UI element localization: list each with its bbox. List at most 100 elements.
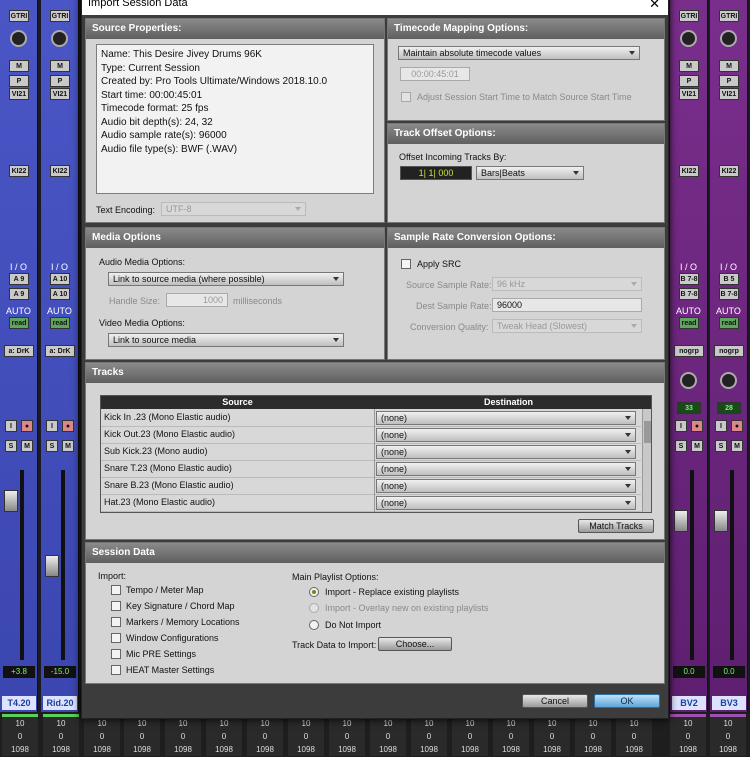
- solo-button[interactable]: S: [675, 440, 687, 452]
- scrollbar-thumb[interactable]: [644, 421, 651, 443]
- timecode-mapping-dropdown[interactable]: Maintain absolute timecode values: [398, 46, 640, 60]
- destination-dropdown[interactable]: (none): [376, 496, 636, 510]
- group-selector[interactable]: nogrp: [674, 345, 704, 357]
- mute-button[interactable]: M: [50, 60, 70, 72]
- text-encoding-dropdown[interactable]: UTF-8: [161, 202, 306, 216]
- offset-units-dropdown[interactable]: Bars|Beats: [476, 166, 584, 180]
- source-sample-rate-dropdown[interactable]: 96 kHz: [492, 277, 642, 291]
- destination-dropdown[interactable]: (none): [376, 411, 636, 425]
- close-icon[interactable]: ✕: [649, 0, 660, 12]
- destination-dropdown[interactable]: (none): [376, 445, 636, 459]
- insert-slot[interactable]: KI22: [50, 165, 70, 177]
- insert-slot[interactable]: VI21: [679, 88, 699, 100]
- conversion-quality-dropdown[interactable]: Tweak Head (Slowest): [492, 319, 642, 333]
- automation-mode[interactable]: read: [679, 317, 699, 329]
- tempo-meter-map-checkbox[interactable]: [111, 585, 121, 595]
- mute-button[interactable]: M: [62, 440, 74, 452]
- mute-button[interactable]: M: [9, 60, 29, 72]
- pan-knob[interactable]: [720, 30, 737, 47]
- record-button[interactable]: ●: [21, 420, 33, 432]
- choose-button[interactable]: Choose...: [378, 637, 452, 651]
- input-monitor-button[interactable]: I: [46, 420, 58, 432]
- pan-knob[interactable]: [680, 30, 697, 47]
- track-name[interactable]: BV2: [672, 696, 706, 710]
- apply-src-checkbox[interactable]: [401, 259, 411, 269]
- table-row[interactable]: Snare T.23 (Mono Elastic audio) (none): [101, 461, 641, 478]
- input-monitor-button[interactable]: I: [675, 420, 687, 432]
- cancel-button[interactable]: Cancel: [522, 694, 588, 708]
- import-overlay-radio[interactable]: [309, 603, 319, 613]
- record-button[interactable]: ●: [62, 420, 74, 432]
- mute-button[interactable]: M: [731, 440, 743, 452]
- volume-fader[interactable]: [674, 510, 688, 532]
- output-selector[interactable]: B 7-8: [719, 288, 739, 300]
- track-name[interactable]: BV3: [712, 696, 746, 710]
- markers-checkbox[interactable]: [111, 617, 121, 627]
- volume-fader[interactable]: [4, 490, 18, 512]
- automation-mode[interactable]: read: [50, 317, 70, 329]
- handle-size-field[interactable]: 1000: [166, 293, 228, 307]
- heat-master-settings-checkbox[interactable]: [111, 665, 121, 675]
- playlist-button[interactable]: P: [9, 75, 29, 87]
- pan-knob[interactable]: [10, 30, 27, 47]
- output-selector[interactable]: A 9: [9, 288, 29, 300]
- destination-dropdown[interactable]: (none): [376, 428, 636, 442]
- output-selector[interactable]: B 7-8: [679, 288, 699, 300]
- input-selector[interactable]: A 10: [50, 273, 70, 285]
- offset-value-field[interactable]: 1| 1| 000: [400, 166, 472, 180]
- dest-sample-rate-field[interactable]: 96000: [492, 298, 642, 312]
- send-knob[interactable]: [720, 372, 737, 389]
- automation-mode[interactable]: read: [719, 317, 739, 329]
- input-selector[interactable]: B 5: [719, 273, 739, 285]
- insert-slot[interactable]: GTRI: [9, 10, 29, 22]
- destination-dropdown[interactable]: (none): [376, 462, 636, 476]
- pan-knob[interactable]: [51, 30, 68, 47]
- insert-slot[interactable]: KI22: [9, 165, 29, 177]
- input-monitor-button[interactable]: I: [715, 420, 727, 432]
- output-selector[interactable]: A 10: [50, 288, 70, 300]
- solo-button[interactable]: S: [5, 440, 17, 452]
- playlist-button[interactable]: P: [679, 75, 699, 87]
- playlist-button[interactable]: P: [50, 75, 70, 87]
- insert-slot[interactable]: KI22: [719, 165, 739, 177]
- track-name[interactable]: T4.20: [2, 696, 36, 710]
- title-bar[interactable]: Import Session Data ✕: [82, 0, 668, 15]
- mute-button[interactable]: M: [21, 440, 33, 452]
- insert-slot[interactable]: GTRI: [679, 10, 699, 22]
- mute-button[interactable]: M: [679, 60, 699, 72]
- destination-dropdown[interactable]: (none): [376, 479, 636, 493]
- table-row[interactable]: Snare B.23 (Mono Elastic audio) (none): [101, 478, 641, 495]
- track-name[interactable]: Rid.20: [43, 696, 77, 710]
- send-knob[interactable]: [680, 372, 697, 389]
- import-replace-radio[interactable]: [309, 587, 319, 597]
- do-not-import-radio[interactable]: [309, 620, 319, 630]
- insert-slot[interactable]: KI22: [679, 165, 699, 177]
- audio-media-options-dropdown[interactable]: Link to source media (where possible): [108, 272, 344, 286]
- automation-mode[interactable]: read: [9, 317, 29, 329]
- input-selector[interactable]: A 9: [9, 273, 29, 285]
- ok-button[interactable]: OK: [594, 694, 660, 708]
- group-selector[interactable]: a: DrK: [4, 345, 34, 357]
- playlist-button[interactable]: P: [719, 75, 739, 87]
- tracks-scrollbar[interactable]: [642, 409, 651, 512]
- insert-slot[interactable]: VI21: [9, 88, 29, 100]
- solo-button[interactable]: S: [46, 440, 58, 452]
- mic-pre-settings-checkbox[interactable]: [111, 649, 121, 659]
- table-row[interactable]: Hat.23 (Mono Elastic audio) (none): [101, 495, 641, 512]
- record-button[interactable]: ●: [731, 420, 743, 432]
- match-tracks-button[interactable]: Match Tracks: [578, 519, 654, 533]
- table-row[interactable]: Kick In .23 (Mono Elastic audio) (none): [101, 410, 641, 427]
- volume-fader[interactable]: [45, 555, 59, 577]
- insert-slot[interactable]: GTRI: [50, 10, 70, 22]
- window-configurations-checkbox[interactable]: [111, 633, 121, 643]
- key-signature-checkbox[interactable]: [111, 601, 121, 611]
- insert-slot[interactable]: GTRI: [719, 10, 739, 22]
- mute-button[interactable]: M: [719, 60, 739, 72]
- record-button[interactable]: ●: [691, 420, 703, 432]
- input-monitor-button[interactable]: I: [5, 420, 17, 432]
- video-media-options-dropdown[interactable]: Link to source media: [108, 333, 344, 347]
- insert-slot[interactable]: VI21: [719, 88, 739, 100]
- table-row[interactable]: Sub Kick.23 (Mono audio) (none): [101, 444, 641, 461]
- group-selector[interactable]: a: DrK: [45, 345, 75, 357]
- solo-button[interactable]: S: [715, 440, 727, 452]
